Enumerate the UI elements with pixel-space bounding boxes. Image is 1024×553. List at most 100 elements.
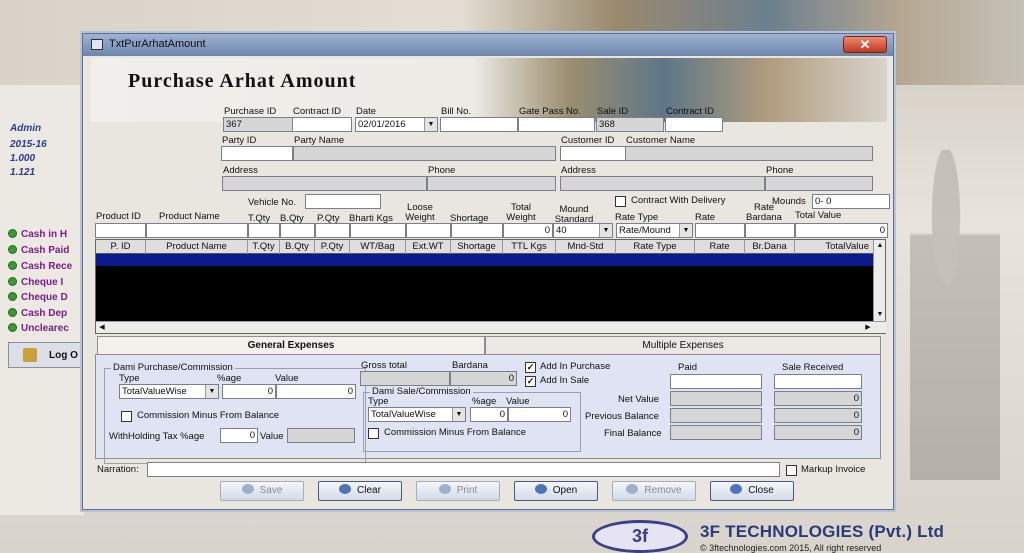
withholding-value-input[interactable] xyxy=(287,428,355,443)
grid-col-rate-type[interactable]: Rate Type xyxy=(616,240,695,254)
bill-no-field[interactable] xyxy=(440,117,518,132)
withholding-tax-input[interactable]: 0 xyxy=(220,428,258,443)
vehicle-no-field[interactable] xyxy=(305,194,381,209)
grid-col-mnd-std[interactable]: Mnd-Std xyxy=(556,240,616,254)
phone-field[interactable] xyxy=(427,176,556,191)
dami-sale-type-select[interactable]: TotalValueWise ▼ xyxy=(368,407,466,422)
open-button[interactable]: Open xyxy=(514,481,598,501)
pqty-input[interactable] xyxy=(315,223,350,238)
rate-bardana-input[interactable] xyxy=(745,223,795,238)
chevron-down-icon[interactable]: ▼ xyxy=(679,224,692,237)
date-picker[interactable]: 02/01/2016 ▼ xyxy=(355,117,438,132)
grid-selected-row[interactable] xyxy=(96,254,874,266)
grid-col-shortage[interactable]: Shortage xyxy=(451,240,503,254)
window-close-button[interactable]: ✕ xyxy=(843,36,887,53)
product-name-input[interactable] xyxy=(146,223,248,238)
narration-input[interactable] xyxy=(147,462,780,477)
grid-col-bqty[interactable]: B.Qty xyxy=(280,240,315,254)
close-button[interactable]: Close xyxy=(710,481,794,501)
side-link-cheque-deposit[interactable]: Cheque D xyxy=(8,292,84,303)
customer-id-field[interactable] xyxy=(560,146,626,161)
address2-field[interactable] xyxy=(560,176,765,191)
customer-name-field[interactable] xyxy=(625,146,873,161)
total-weight-input[interactable]: 0 xyxy=(503,223,553,238)
save-button[interactable]: Save xyxy=(220,481,304,501)
rate-input[interactable] xyxy=(695,223,745,238)
party-id-field[interactable] xyxy=(221,146,293,161)
side-link-uncleared[interactable]: Unclearec xyxy=(8,323,84,334)
grid-col-br-dana[interactable]: Br.Dana xyxy=(745,240,795,254)
shortage-input[interactable] xyxy=(451,223,503,238)
grid-col-product-name[interactable]: Product Name xyxy=(146,240,248,254)
scroll-up-icon[interactable]: ▲ xyxy=(874,240,886,252)
rate-type-select[interactable]: Rate/Mound ▼ xyxy=(616,223,693,238)
net-value-sale[interactable]: 0 xyxy=(774,391,862,406)
side-link-cash-paid[interactable]: Cash Paid xyxy=(8,245,84,256)
contract-id2-field[interactable] xyxy=(665,117,723,132)
sale-received-input[interactable] xyxy=(774,374,862,389)
gross-total-input[interactable] xyxy=(360,371,450,386)
side-link-cash-deposit[interactable]: Cash Dep xyxy=(8,308,84,319)
scroll-down-icon[interactable]: ▼ xyxy=(874,309,886,321)
markup-invoice-checkbox[interactable] xyxy=(786,465,797,476)
side-link-cheque-issued[interactable]: Cheque I xyxy=(8,277,84,288)
commission-minus-checkbox[interactable] xyxy=(121,411,132,422)
product-grid[interactable]: P. ID Product Name T.Qty B.Qty P.Qty WT/… xyxy=(95,239,886,334)
mound-standard-select[interactable]: 40 ▼ xyxy=(553,223,613,238)
contract-with-delivery-checkbox[interactable] xyxy=(615,196,626,207)
chevron-down-icon[interactable]: ▼ xyxy=(452,408,465,421)
net-value-purchase[interactable] xyxy=(670,391,762,406)
grid-horizontal-scrollbar[interactable]: ◀ ▶ xyxy=(96,321,886,333)
previous-balance-sale[interactable]: 0 xyxy=(774,408,862,423)
add-in-sale-checkbox[interactable]: ✓ xyxy=(525,376,536,387)
logout-button[interactable]: Log O xyxy=(8,342,88,368)
loose-weight-input[interactable] xyxy=(406,223,451,238)
dami-purchase-type-select[interactable]: TotalValueWise ▼ xyxy=(119,384,219,399)
chevron-down-icon[interactable]: ▼ xyxy=(599,224,612,237)
previous-balance-purchase[interactable] xyxy=(670,408,762,423)
scroll-right-icon[interactable]: ▶ xyxy=(862,322,874,334)
side-link-cash-in-hand[interactable]: Cash in H xyxy=(8,229,84,240)
gate-pass-field[interactable] xyxy=(518,117,595,132)
grid-col-wt-bag[interactable]: WT/Bag xyxy=(350,240,406,254)
bqty-input[interactable] xyxy=(280,223,315,238)
product-id-input[interactable] xyxy=(95,223,146,238)
address-field[interactable] xyxy=(222,176,427,191)
remove-button[interactable]: Remove xyxy=(612,481,696,501)
grid-col-rate[interactable]: Rate xyxy=(695,240,745,254)
purchase-id-field[interactable]: 367 xyxy=(223,117,293,132)
scroll-left-icon[interactable]: ◀ xyxy=(96,322,108,334)
dami-purchase-age-input[interactable]: 0 xyxy=(222,384,276,399)
sale-id-field[interactable]: 368 xyxy=(596,117,664,132)
grid-col-ext-wt[interactable]: Ext.WT xyxy=(406,240,451,254)
grid-vertical-scrollbar[interactable]: ▲ ▼ xyxy=(873,240,885,321)
grid-col-tqty[interactable]: T.Qty xyxy=(248,240,280,254)
chevron-down-icon[interactable]: ▼ xyxy=(205,385,218,398)
total-value-input[interactable]: 0 xyxy=(795,223,888,238)
add-in-purchase-checkbox[interactable]: ✓ xyxy=(525,362,536,373)
print-button[interactable]: Print xyxy=(416,481,500,501)
party-name-field[interactable] xyxy=(293,146,556,161)
clear-button[interactable]: Clear xyxy=(318,481,402,501)
sale-commission-minus-checkbox[interactable] xyxy=(368,428,379,439)
grid-col-pqty[interactable]: P.Qty xyxy=(315,240,350,254)
dami-purchase-value-input[interactable]: 0 xyxy=(276,384,356,399)
tab-multiple-expenses[interactable]: Multiple Expenses xyxy=(485,336,881,354)
final-balance-sale[interactable]: 0 xyxy=(774,425,862,440)
tqty-input[interactable] xyxy=(248,223,280,238)
dami-sale-age-input[interactable]: 0 xyxy=(470,407,508,422)
final-balance-purchase[interactable] xyxy=(670,425,762,440)
grid-col-pid[interactable]: P. ID xyxy=(96,240,146,254)
mounds-field[interactable]: 0- 0 xyxy=(812,194,890,209)
tab-general-expenses[interactable]: General Expenses xyxy=(97,336,485,354)
grid-col-ttl-kgs[interactable]: TTL Kgs xyxy=(503,240,556,254)
paid-input[interactable] xyxy=(670,374,762,389)
contract-id-field[interactable] xyxy=(292,117,352,132)
bharti-input[interactable] xyxy=(350,223,406,238)
dami-sale-value-input[interactable]: 0 xyxy=(508,407,571,422)
grid-col-total-value[interactable]: TotalValue xyxy=(795,240,874,254)
side-link-cash-received[interactable]: Cash Rece xyxy=(8,261,84,272)
chevron-down-icon[interactable]: ▼ xyxy=(424,118,437,131)
phone2-field[interactable] xyxy=(765,176,873,191)
bardana-input[interactable]: 0 xyxy=(450,371,517,386)
